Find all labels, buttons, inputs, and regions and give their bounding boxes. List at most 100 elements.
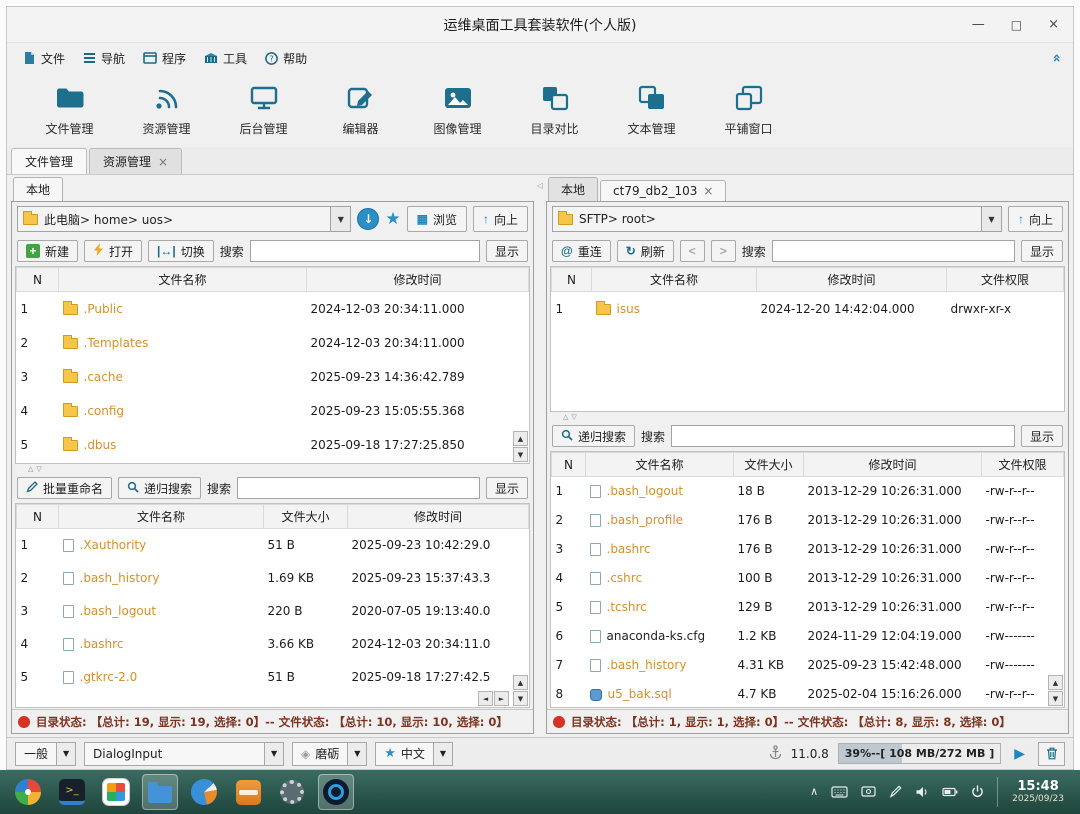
chevron-down-icon[interactable]: ▼ bbox=[980, 207, 1001, 231]
vertical-scrollbar[interactable]: ▲ ▼ bbox=[513, 675, 528, 706]
launcher-icon[interactable] bbox=[10, 774, 46, 810]
reconnect-button[interactable]: @ 重连 bbox=[552, 240, 611, 262]
table-row[interactable]: 2 .Templates 2024-12-03 20:34:11.000 bbox=[17, 326, 529, 360]
open-button[interactable]: 打开 bbox=[84, 240, 143, 262]
close-button[interactable]: × bbox=[1048, 18, 1059, 31]
col-header-n[interactable]: N bbox=[16, 504, 59, 529]
power-icon[interactable] bbox=[971, 785, 984, 798]
refresh-button[interactable]: ↻ 刷新 bbox=[616, 240, 674, 262]
font-dropdown[interactable]: DialogInput ▼ bbox=[84, 741, 285, 766]
horizontal-scrollbar[interactable]: ◄ ► bbox=[478, 691, 509, 706]
batch-rename-button[interactable]: 批量重命名 bbox=[17, 477, 113, 499]
tab-resource-management[interactable]: 资源管理 × bbox=[89, 148, 183, 174]
tool-text-manager[interactable]: 文本管理 bbox=[603, 84, 700, 137]
col-header-size[interactable]: 文件大小 bbox=[733, 452, 804, 477]
recursive-search-button[interactable]: 递归搜索 bbox=[552, 425, 636, 447]
trash-button[interactable] bbox=[1038, 741, 1065, 766]
right-dir-search-input[interactable] bbox=[771, 240, 1015, 262]
package-icon[interactable] bbox=[230, 774, 266, 810]
scroll-down-icon[interactable]: ▼ bbox=[513, 447, 528, 462]
show-button[interactable]: 显示 bbox=[485, 240, 528, 262]
table-row[interactable]: 7 .bash_history 4.31 KB 2025-09-23 15:42… bbox=[552, 651, 1064, 680]
right-path-combobox[interactable]: SFTP> root> ▼ bbox=[552, 206, 1002, 232]
scroll-right-icon[interactable]: ► bbox=[494, 691, 509, 706]
left-file-search-input[interactable] bbox=[237, 477, 480, 499]
close-tab-icon[interactable]: × bbox=[158, 156, 168, 168]
table-row[interactable]: 1 .bash_logout 18 B 2013-12-29 10:26:31.… bbox=[552, 477, 1064, 506]
scroll-down-icon[interactable]: ▼ bbox=[1048, 691, 1063, 706]
col-header-name[interactable]: 文件名称 bbox=[585, 452, 734, 477]
collapse-toolbar-icon[interactable]: « bbox=[1048, 49, 1064, 66]
table-row[interactable]: 4 .cshrc 100 B 2013-12-29 10:26:31.000 -… bbox=[552, 564, 1064, 593]
terminal-icon[interactable] bbox=[54, 774, 90, 810]
keyboard-icon[interactable] bbox=[831, 786, 848, 798]
download-circle-button[interactable]: ↓ bbox=[357, 208, 380, 230]
theme-dropdown[interactable]: ◈ 磨砺 ▼ bbox=[292, 741, 368, 766]
menu-programs[interactable]: 程序 bbox=[135, 46, 194, 71]
col-header-n[interactable]: N bbox=[16, 267, 59, 292]
table-row[interactable]: 4 .config 2025-09-23 15:05:55.368 bbox=[17, 394, 529, 428]
favorite-star-button[interactable]: ★ bbox=[385, 210, 400, 228]
tool-editor[interactable]: 编辑器 bbox=[312, 84, 409, 137]
tab-file-management[interactable]: 文件管理 bbox=[11, 148, 88, 174]
table-row[interactable]: 1 .Xauthority 51 B 2025-09-23 10:42:29.0 bbox=[17, 529, 529, 562]
col-header-mtime[interactable]: 修改时间 bbox=[306, 267, 529, 292]
table-row[interactable]: 3 .bash_logout 220 B 2020-07-05 19:13:40… bbox=[17, 595, 529, 628]
switch-button[interactable]: |↔| 切换 bbox=[148, 240, 214, 262]
right-splitter-handle[interactable]: △ ▽ bbox=[547, 412, 1068, 421]
tool-backend-manager[interactable]: 后台管理 bbox=[215, 84, 312, 137]
tab-local-right[interactable]: 本地 bbox=[548, 177, 599, 201]
table-row[interactable]: 2 .bash_profile 176 B 2013-12-29 10:26:3… bbox=[552, 506, 1064, 535]
tool-resource-manager[interactable]: 资源管理 bbox=[118, 84, 215, 137]
forward-button[interactable]: > bbox=[710, 240, 736, 262]
up-button-left[interactable]: ↑ 向上 bbox=[472, 206, 528, 232]
volume-icon[interactable] bbox=[915, 786, 929, 798]
table-row[interactable]: 5 .tcshrc 129 B 2013-12-29 10:26:31.000 … bbox=[552, 593, 1064, 622]
table-row[interactable]: 2 .bash_history 1.69 KB 2025-09-23 15:37… bbox=[17, 562, 529, 595]
col-header-mtime[interactable]: 修改时间 bbox=[803, 452, 982, 477]
table-row[interactable]: 4 .bashrc 3.66 KB 2024-12-03 20:34:11.0 bbox=[17, 628, 529, 661]
memory-gauge[interactable]: 39%--[ 108 MB/272 MB ] bbox=[837, 743, 1002, 764]
recursive-search-button[interactable]: 递归搜索 bbox=[118, 477, 202, 499]
show-button[interactable]: 显示 bbox=[485, 477, 528, 499]
settings-gear-icon[interactable] bbox=[274, 774, 310, 810]
close-tab-icon[interactable]: × bbox=[703, 185, 713, 197]
battery-icon[interactable] bbox=[942, 787, 958, 797]
table-row[interactable]: 3 .bashrc 176 B 2013-12-29 10:26:31.000 … bbox=[552, 535, 1064, 564]
col-header-size[interactable]: 文件大小 bbox=[263, 504, 348, 529]
browser-icon[interactable] bbox=[186, 774, 222, 810]
run-button[interactable]: ▶ bbox=[1010, 746, 1029, 762]
vertical-scrollbar[interactable]: ▲ ▼ bbox=[513, 431, 528, 462]
col-header-name[interactable]: 文件名称 bbox=[58, 504, 264, 529]
display-icon[interactable] bbox=[861, 786, 876, 798]
menu-nav[interactable]: 导航 bbox=[75, 46, 133, 71]
left-path-combobox[interactable]: 此电脑> home> uos> ▼ bbox=[17, 206, 352, 232]
scroll-up-icon[interactable]: ▲ bbox=[1048, 675, 1063, 690]
scroll-down-icon[interactable]: ▼ bbox=[513, 691, 528, 706]
tool-dir-compare[interactable]: 目录对比 bbox=[506, 84, 603, 137]
scroll-up-icon[interactable]: ▲ bbox=[513, 431, 528, 446]
chevron-down-icon[interactable]: ▼ bbox=[330, 207, 351, 231]
col-header-n[interactable]: N bbox=[551, 267, 592, 292]
tool-file-manager[interactable]: 文件管理 bbox=[21, 84, 118, 137]
right-file-search-input[interactable] bbox=[671, 425, 1015, 447]
file-manager-icon[interactable] bbox=[142, 774, 178, 810]
app-store-icon[interactable] bbox=[98, 774, 134, 810]
show-button[interactable]: 显示 bbox=[1020, 240, 1063, 262]
show-button[interactable]: 显示 bbox=[1020, 425, 1063, 447]
table-row[interactable]: 3 .cache 2025-09-23 14:36:42.789 bbox=[17, 360, 529, 394]
tray-expand-icon[interactable]: ∧ bbox=[810, 785, 818, 798]
vertical-scrollbar[interactable]: ▲ ▼ bbox=[1048, 675, 1063, 706]
style-dropdown[interactable]: 一般 ▼ bbox=[15, 741, 77, 766]
maximize-button[interactable]: □ bbox=[1011, 19, 1022, 31]
browse-button[interactable]: ▦ 浏览 bbox=[406, 206, 467, 232]
tab-sftp-session[interactable]: ct79_db2_103 × bbox=[600, 180, 727, 201]
table-row[interactable]: 1 isus 2024-12-20 14:42:04.000 drwxr-xr-… bbox=[552, 292, 1064, 326]
table-row[interactable]: 1 .Public 2024-12-03 20:34:11.000 bbox=[17, 292, 529, 326]
scroll-left-icon[interactable]: ◄ bbox=[478, 691, 493, 706]
col-header-name[interactable]: 文件名称 bbox=[591, 267, 757, 292]
scroll-up-icon[interactable]: ▲ bbox=[513, 675, 528, 690]
left-splitter-handle[interactable]: △ ▽ bbox=[12, 464, 533, 473]
tool-tile-windows[interactable]: 平铺窗口 bbox=[700, 84, 797, 137]
col-header-name[interactable]: 文件名称 bbox=[58, 267, 307, 292]
